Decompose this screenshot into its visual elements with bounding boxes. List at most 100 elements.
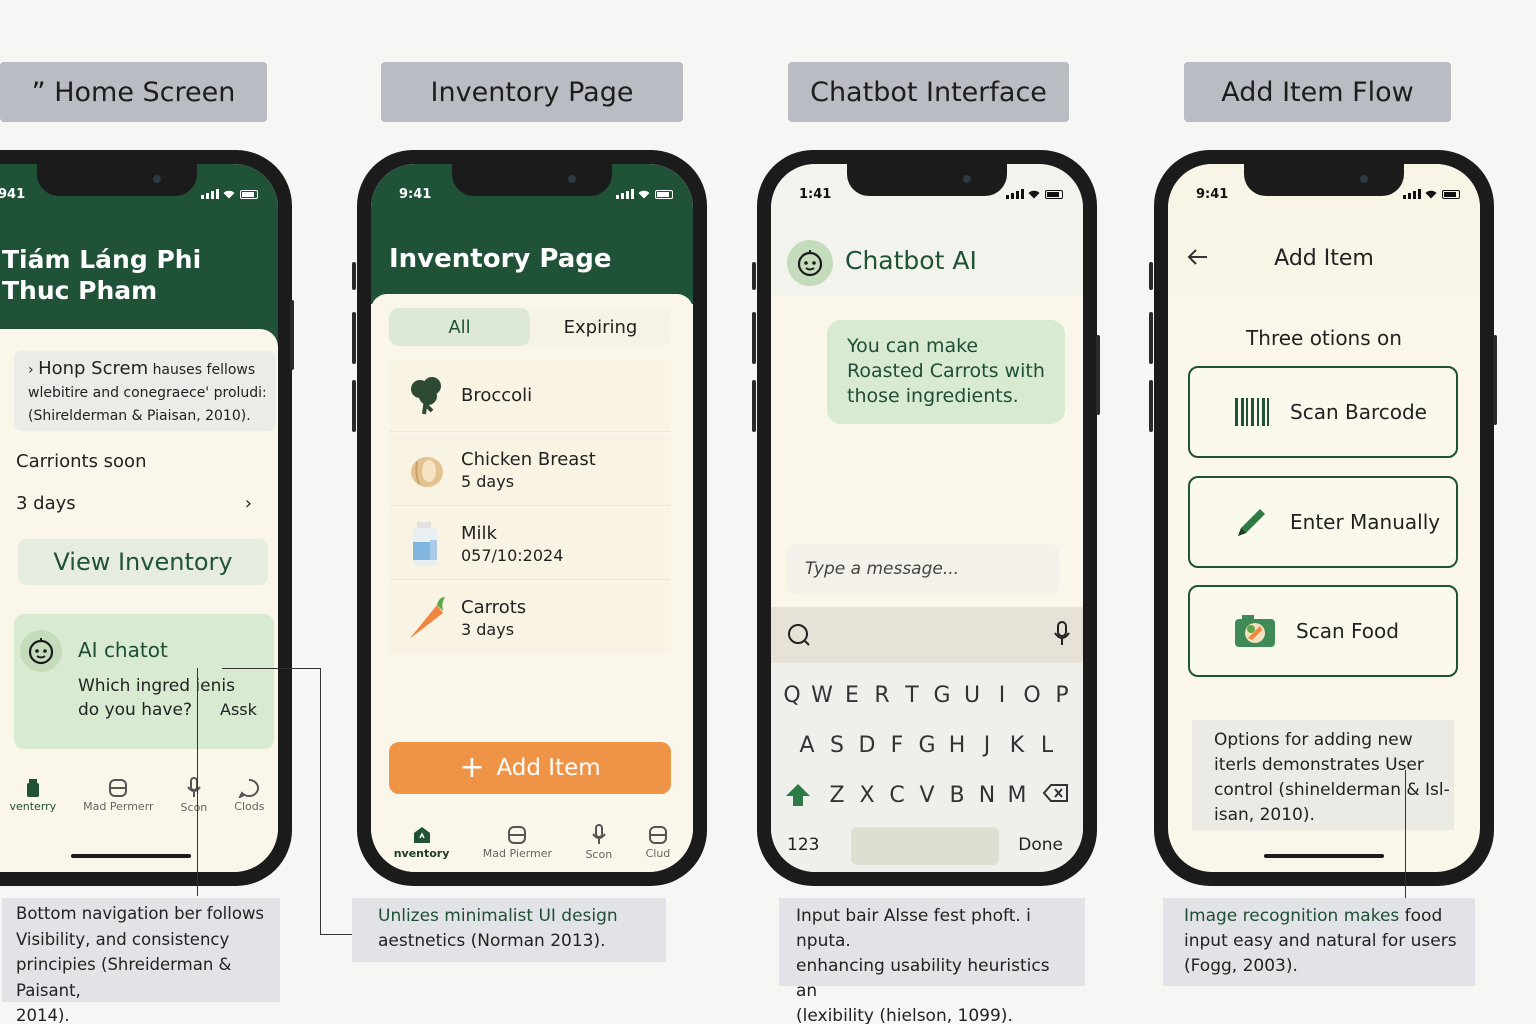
nav-inventory[interactable]: venterry xyxy=(9,778,56,813)
chicken-icon xyxy=(411,456,443,487)
key-k[interactable]: K xyxy=(1002,733,1032,758)
key-n[interactable]: N xyxy=(972,783,1002,808)
home-indicator xyxy=(71,854,191,858)
key-g[interactable]: G xyxy=(912,733,942,758)
backspace-icon[interactable] xyxy=(1043,783,1069,803)
view-inventory-button[interactable]: View Inventory xyxy=(18,539,268,585)
message-input[interactable]: Type a message... xyxy=(787,544,1059,594)
key-j[interactable]: J xyxy=(972,733,1002,758)
key-v[interactable]: V xyxy=(912,783,942,808)
wifi-icon xyxy=(1425,190,1437,198)
search-icon[interactable] xyxy=(787,623,811,647)
inventory-screen: 9:41 Inventory Page All Expiring Broccol… xyxy=(371,164,693,872)
numbers-key[interactable]: 123 xyxy=(787,835,819,855)
key-h[interactable]: H xyxy=(942,733,972,758)
side-button xyxy=(752,312,756,364)
inventory-item[interactable]: Chicken Breast 5 days xyxy=(389,434,671,506)
key-f[interactable]: F xyxy=(882,733,912,758)
nav-meal-planner[interactable]: Mad Piermer xyxy=(483,825,552,860)
space-bar[interactable] xyxy=(851,827,999,865)
key-t[interactable]: T xyxy=(897,683,927,708)
side-button xyxy=(352,312,356,364)
scan-barcode-option[interactable]: Scan Barcode xyxy=(1188,366,1458,458)
microphone-icon xyxy=(592,824,606,844)
side-button xyxy=(1149,312,1153,364)
nav-cloud[interactable]: Clods xyxy=(234,778,264,813)
ai-chatbot-card[interactable]: AI chatot Which ingred ienis do you have… xyxy=(14,614,274,749)
inventory-item[interactable]: Broccoli xyxy=(389,360,671,432)
inventory-item[interactable]: Carrots 3 days xyxy=(389,582,671,654)
key-q[interactable]: Q xyxy=(777,683,807,708)
home-icon xyxy=(413,827,430,843)
side-button xyxy=(1149,380,1153,432)
wifi-icon xyxy=(1028,190,1040,198)
broccoli-icon xyxy=(411,376,441,414)
nav-scan[interactable]: Scon xyxy=(585,824,612,861)
signal-icon xyxy=(1403,189,1421,199)
key-d[interactable]: D xyxy=(852,733,882,758)
keyboard-suggestion-bar xyxy=(771,607,1083,663)
key-a[interactable]: A xyxy=(792,733,822,758)
milk-icon xyxy=(413,521,437,566)
expiring-days-row[interactable]: 3 days › xyxy=(16,493,252,514)
nav-cloud[interactable]: Clud xyxy=(646,825,670,860)
key-u[interactable]: U xyxy=(957,683,987,708)
key-b[interactable]: B xyxy=(942,783,972,808)
wifi-icon xyxy=(638,190,650,198)
scan-food-option[interactable]: Scan Food xyxy=(1188,585,1458,677)
nav-meal-planner[interactable]: Mad Permerr xyxy=(83,778,154,813)
expiring-soon-label: Carrionts soon xyxy=(16,451,147,472)
plus-icon: + xyxy=(459,750,485,785)
home-info-card[interactable]: › Honp Screm hauses fellows wlebitire an… xyxy=(14,351,276,431)
key-r[interactable]: R xyxy=(867,683,897,708)
keyboard-row-1: QWERTGUIOP xyxy=(771,683,1083,708)
notch xyxy=(37,164,197,196)
status-time: 9:41 xyxy=(1196,186,1229,202)
home-title: Tiám Láng Phi Thuc Pham xyxy=(2,245,202,305)
key-o[interactable]: O xyxy=(1017,683,1047,708)
filter-all-tab[interactable]: All xyxy=(389,308,530,346)
ask-button[interactable]: Assk xyxy=(220,700,257,719)
key-c[interactable]: C xyxy=(882,783,912,808)
barcode-icon xyxy=(1235,398,1269,426)
key-p[interactable]: P xyxy=(1047,683,1077,708)
connector-line xyxy=(1405,770,1406,898)
chat-prompt: Which ingred ienis do you have? xyxy=(78,676,235,720)
chevron-right-icon: › xyxy=(244,493,252,514)
battery-icon xyxy=(655,189,673,199)
side-button xyxy=(1096,335,1100,415)
notch xyxy=(1244,164,1404,196)
key-w[interactable]: W xyxy=(807,683,837,708)
key-s[interactable]: S xyxy=(822,733,852,758)
filter-expiring-tab[interactable]: Expiring xyxy=(530,308,671,346)
signal-icon xyxy=(616,189,634,199)
done-key[interactable]: Done xyxy=(1018,835,1063,855)
microphone-icon[interactable] xyxy=(1053,621,1071,647)
chatbot-face-icon xyxy=(787,240,833,286)
side-button xyxy=(290,300,294,370)
phone-inventory: 9:41 Inventory Page All Expiring Broccol… xyxy=(357,150,707,886)
shift-icon[interactable] xyxy=(785,783,811,807)
battery-icon xyxy=(240,189,258,199)
chatbot-title: Chatbot AI xyxy=(845,246,977,275)
planner-icon xyxy=(508,826,527,844)
notch xyxy=(452,164,612,196)
key-x[interactable]: X xyxy=(852,783,882,808)
tab-inventory-page: Inventory Page xyxy=(381,62,683,122)
key-e[interactable]: E xyxy=(837,683,867,708)
enter-manually-option[interactable]: Enter Manually xyxy=(1188,476,1458,568)
key-z[interactable]: Z xyxy=(822,783,852,808)
note-image-recognition: Image recognition makes food input easy … xyxy=(1163,898,1475,986)
nav-inventory[interactable]: nventory xyxy=(394,825,449,860)
key-g[interactable]: G xyxy=(927,683,957,708)
microphone-icon xyxy=(187,777,201,797)
key-i[interactable]: I xyxy=(987,683,1017,708)
signal-icon xyxy=(201,189,219,199)
add-item-title: Add Item xyxy=(1274,246,1374,271)
add-item-button[interactable]: + Add Item xyxy=(389,742,671,794)
key-m[interactable]: M xyxy=(1002,783,1032,808)
wifi-icon xyxy=(223,190,235,198)
nav-scan[interactable]: Scon xyxy=(181,777,207,814)
key-l[interactable]: L xyxy=(1032,733,1062,758)
inventory-item[interactable]: Milk 057/10:2024 xyxy=(389,508,671,580)
